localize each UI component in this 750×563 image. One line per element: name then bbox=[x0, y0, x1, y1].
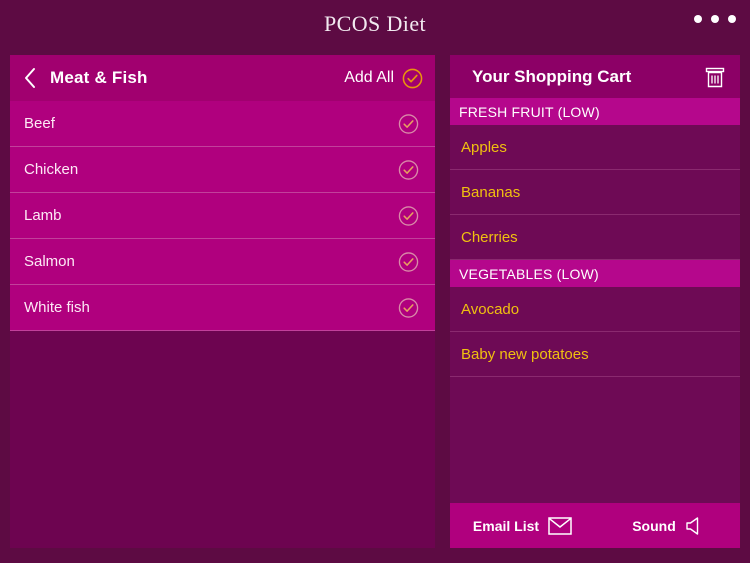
email-list-button[interactable]: Email List bbox=[450, 503, 595, 548]
category-panel-header: Meat & Fish Add All bbox=[10, 55, 435, 101]
cart-item-label: Avocado bbox=[461, 300, 520, 318]
check-circle-icon[interactable] bbox=[398, 251, 419, 272]
cart-item[interactable]: Bananas bbox=[450, 170, 740, 215]
cart-item[interactable]: Apples bbox=[450, 125, 740, 170]
list-item-label: Beef bbox=[24, 115, 55, 132]
cart-item[interactable]: Avocado bbox=[450, 287, 740, 332]
dot-icon bbox=[728, 15, 736, 23]
add-all-button[interactable]: Add All bbox=[344, 55, 423, 101]
cart-item[interactable]: Cherries bbox=[450, 215, 740, 260]
speaker-muted-icon bbox=[686, 516, 698, 535]
list-item[interactable]: Salmon bbox=[10, 239, 435, 285]
back-button[interactable] bbox=[10, 55, 50, 101]
cart-item-list: FRESH FRUIT (LOW) Apples Bananas Cherrie… bbox=[450, 98, 740, 503]
cart-section-header: FRESH FRUIT (LOW) bbox=[450, 98, 740, 125]
list-item[interactable]: White fish bbox=[10, 285, 435, 331]
sound-label: Sound bbox=[632, 517, 676, 534]
cart-section-label: VEGETABLES (LOW) bbox=[459, 265, 599, 282]
dot-icon bbox=[711, 15, 719, 23]
category-item-list: Beef Chicken Lamb Salmon White fish bbox=[10, 101, 435, 331]
sound-toggle-button[interactable]: Sound bbox=[595, 503, 740, 548]
list-item-label: White fish bbox=[24, 299, 90, 316]
chevron-left-icon bbox=[25, 68, 35, 88]
cart-item-label: Apples bbox=[461, 138, 507, 156]
check-circle-icon[interactable] bbox=[398, 205, 419, 226]
list-item-label: Salmon bbox=[24, 253, 75, 270]
overflow-menu-button[interactable] bbox=[694, 10, 736, 28]
list-item[interactable]: Lamb bbox=[10, 193, 435, 239]
add-all-label: Add All bbox=[344, 69, 394, 86]
email-list-label: Email List bbox=[472, 517, 540, 534]
list-item-label: Chicken bbox=[24, 161, 79, 178]
shopping-cart-panel: Your Shopping Cart FRESH FRUIT (LOW) App… bbox=[450, 55, 740, 548]
cart-panel-header: Your Shopping Cart bbox=[450, 55, 740, 98]
cart-item-label: Cherries bbox=[461, 228, 518, 246]
cart-section-header: VEGETABLES (LOW) bbox=[450, 260, 740, 287]
cart-footer-bar: Email List Sound bbox=[450, 503, 740, 548]
cart-item-label: Baby new potatoes bbox=[461, 345, 589, 363]
cart-item[interactable]: Baby new potatoes bbox=[450, 332, 740, 377]
list-item[interactable]: Chicken bbox=[10, 147, 435, 193]
list-item-label: Lamb bbox=[24, 207, 62, 224]
dot-icon bbox=[694, 15, 702, 23]
cart-title: Your Shopping Cart bbox=[472, 66, 632, 86]
envelope-icon bbox=[548, 516, 572, 535]
check-circle-icon[interactable] bbox=[398, 159, 419, 180]
category-panel: Meat & Fish Add All Beef Chicken Lamb Sa… bbox=[10, 55, 435, 548]
trash-icon bbox=[705, 67, 725, 88]
list-item[interactable]: Beef bbox=[10, 101, 435, 147]
category-title: Meat & Fish bbox=[50, 68, 148, 87]
page-title: PCOS Diet bbox=[323, 11, 426, 36]
cart-section-label: FRESH FRUIT (LOW) bbox=[459, 103, 600, 120]
cart-item-label: Bananas bbox=[461, 183, 521, 201]
check-circle-icon bbox=[402, 68, 423, 88]
check-circle-icon[interactable] bbox=[398, 113, 419, 134]
check-circle-icon[interactable] bbox=[398, 297, 419, 318]
app-top-bar: PCOS Diet bbox=[0, 0, 750, 52]
clear-cart-button[interactable] bbox=[702, 64, 728, 90]
